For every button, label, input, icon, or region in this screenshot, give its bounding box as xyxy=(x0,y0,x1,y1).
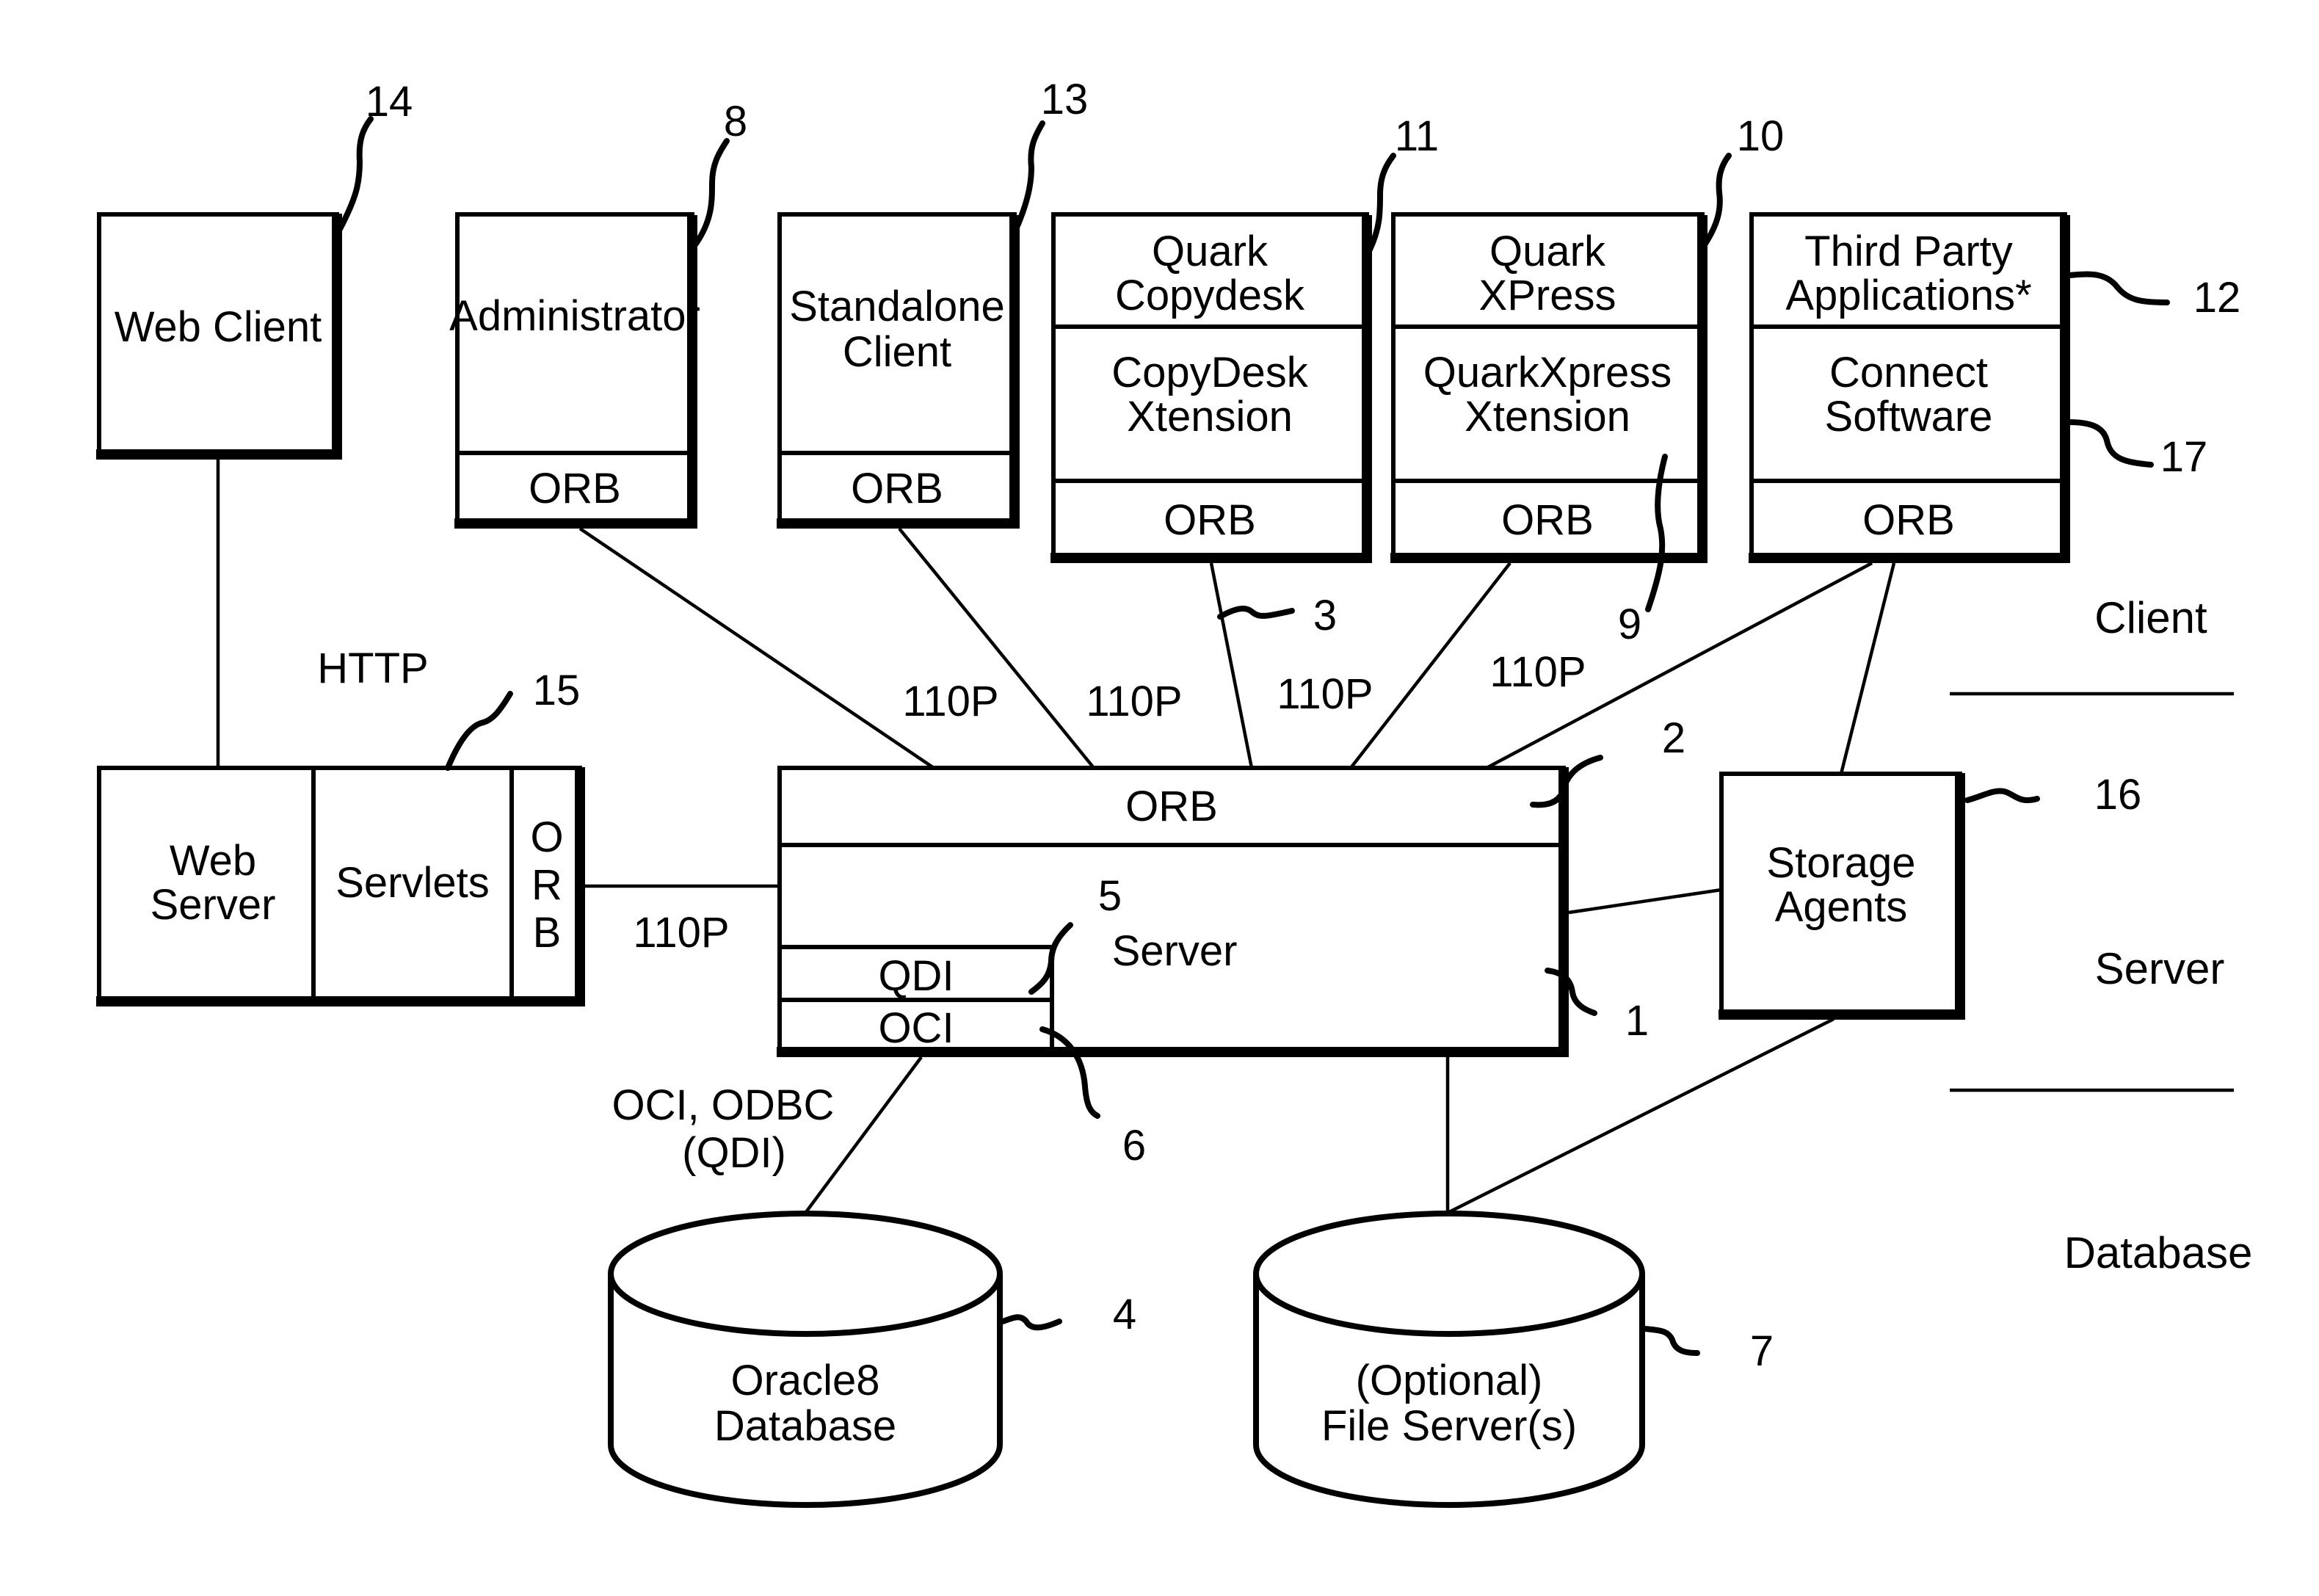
leader-12 xyxy=(2066,271,2170,305)
tier-labels: Client Server Database xyxy=(2064,593,2253,1277)
web-server-label-line2: Server xyxy=(150,881,276,929)
ref-12: 12 xyxy=(2193,274,2241,322)
web-server-label-line1: Web xyxy=(170,837,256,885)
iiop-label-copydesk: 110P xyxy=(1277,670,1373,718)
leader-15 xyxy=(445,691,513,771)
xpress-to-server-line xyxy=(1349,562,1511,769)
web-server-orb-char-o: O xyxy=(530,813,563,861)
tier-server-label: Server xyxy=(2095,944,2225,993)
oci-label: OCI xyxy=(878,1004,954,1052)
ref-15: 15 xyxy=(533,667,581,714)
iiop-label-admin: 110P xyxy=(902,678,998,725)
connect-software-line1: Connect xyxy=(1829,349,1988,396)
http-label: HTTP xyxy=(317,645,428,692)
iiop-label-xpress: 110P xyxy=(1489,648,1586,696)
leader-13 xyxy=(1014,120,1045,231)
oracle-label-line1: Oracle8 xyxy=(730,1357,879,1404)
ref-11: 11 xyxy=(1395,112,1439,160)
standalone-label-line2: Client xyxy=(843,328,951,376)
ref-8: 8 xyxy=(724,98,747,145)
leader-14 xyxy=(337,116,374,232)
connect-software-line2: Software xyxy=(1825,393,1993,440)
storage-agents-line1: Storage xyxy=(1766,839,1915,887)
copydesk-ext-line1: CopyDesk xyxy=(1111,349,1309,396)
thirdparty-orb-label: ORB xyxy=(1862,496,1955,544)
standalone-orb-label: ORB xyxy=(851,465,943,512)
oracle-database-cylinder: Oracle8 Database xyxy=(608,1211,1003,1508)
leader-8 xyxy=(693,138,730,247)
leader-10 xyxy=(1702,153,1732,247)
thirdparty-to-storage-line xyxy=(1839,562,1896,775)
copydesk-app-line1: Quark xyxy=(1152,228,1269,275)
ref-5: 5 xyxy=(1098,872,1122,920)
xpress-ext-line1: QuarkXpress xyxy=(1423,349,1672,396)
server-label: Server xyxy=(1112,927,1238,975)
ref-4: 4 xyxy=(1113,1291,1136,1338)
tier-database-label: Database xyxy=(2064,1228,2253,1277)
ref-10: 10 xyxy=(1737,112,1785,160)
ref-1: 1 xyxy=(1625,997,1649,1045)
servlets-label: Servlets xyxy=(335,859,490,907)
db-access-label-line2: (QDI) xyxy=(682,1129,786,1177)
standalone-to-server-line xyxy=(898,527,1095,769)
oracle-label-line2: Database xyxy=(714,1402,896,1450)
server-box: ORB Server QDI OCI xyxy=(777,766,1569,1057)
leader-7 xyxy=(1642,1326,1700,1356)
standalone-label-line1: Standalone xyxy=(789,283,1004,330)
xpress-ext-line2: Xtension xyxy=(1465,393,1630,440)
copydesk-ext-line2: Xtension xyxy=(1127,393,1293,440)
storage-agents-line2: Agents xyxy=(1775,883,1908,931)
file-server-label-line1: (Optional) xyxy=(1356,1357,1543,1404)
file-server-cylinder: (Optional) File Server(s) xyxy=(1253,1211,1645,1508)
ref-7: 7 xyxy=(1750,1327,1774,1375)
thirdparty-app-line2: Applications* xyxy=(1785,272,2031,319)
iiop-label-webserver: 110P xyxy=(633,909,729,957)
ref-16: 16 xyxy=(2094,771,2142,819)
copydesk-to-server-line xyxy=(1209,562,1254,769)
leader-17 xyxy=(2066,419,2154,468)
quark-copydesk-box: Quark Copydesk CopyDesk Xtension ORB xyxy=(1050,212,1372,563)
ref-14: 14 xyxy=(366,78,413,126)
leader-3 xyxy=(1217,606,1295,620)
admin-to-server-line xyxy=(578,527,935,769)
xpress-app-line1: Quark xyxy=(1489,228,1606,275)
copydesk-orb-label: ORB xyxy=(1164,496,1256,544)
standalone-client-box: Standalone Client ORB xyxy=(777,212,1020,529)
architecture-diagram: Web Client Administrator ORB Standalone … xyxy=(96,76,2253,1508)
web-client-box: Web Client xyxy=(96,212,342,460)
server-orb-label: ORB xyxy=(1125,783,1218,830)
web-server-orb-char-b: B xyxy=(533,909,562,957)
ref-17: 17 xyxy=(2160,433,2208,481)
administrator-label: Administrator xyxy=(449,292,700,340)
ref-2: 2 xyxy=(1662,714,1685,762)
web-server-orb-char-r: R xyxy=(531,861,562,909)
leader-4 xyxy=(1000,1314,1062,1331)
copydesk-app-line2: Copydesk xyxy=(1115,272,1305,319)
leader-16 xyxy=(1964,788,2040,803)
leader-11 xyxy=(1367,153,1396,253)
ref-3: 3 xyxy=(1313,592,1337,639)
thirdparty-app-line1: Third Party xyxy=(1804,228,2013,275)
third-party-box: Third Party Applications* Connect Softwa… xyxy=(1749,212,2070,563)
administrator-orb-label: ORB xyxy=(529,465,621,512)
storage-agents-box: Storage Agents xyxy=(1719,772,1965,1020)
web-server-group: Web Server Servlets O R B xyxy=(96,766,585,1006)
xpress-orb-label: ORB xyxy=(1501,496,1594,544)
server-to-storage-line xyxy=(1568,888,1722,915)
administrator-box: Administrator ORB xyxy=(449,212,700,529)
web-client-label: Web Client xyxy=(115,303,322,351)
ref-6: 6 xyxy=(1122,1122,1146,1169)
ref-9: 9 xyxy=(1618,601,1641,648)
xpress-app-line2: XPress xyxy=(1479,272,1616,319)
ref-13: 13 xyxy=(1041,76,1089,123)
tier-client-label: Client xyxy=(2094,593,2207,642)
iiop-label-standalone: 110P xyxy=(1086,678,1182,725)
qdi-label: QDI xyxy=(878,952,954,1000)
file-server-label-line2: File Server(s) xyxy=(1321,1402,1577,1450)
db-access-label-line1: OCI, ODBC xyxy=(612,1081,835,1129)
